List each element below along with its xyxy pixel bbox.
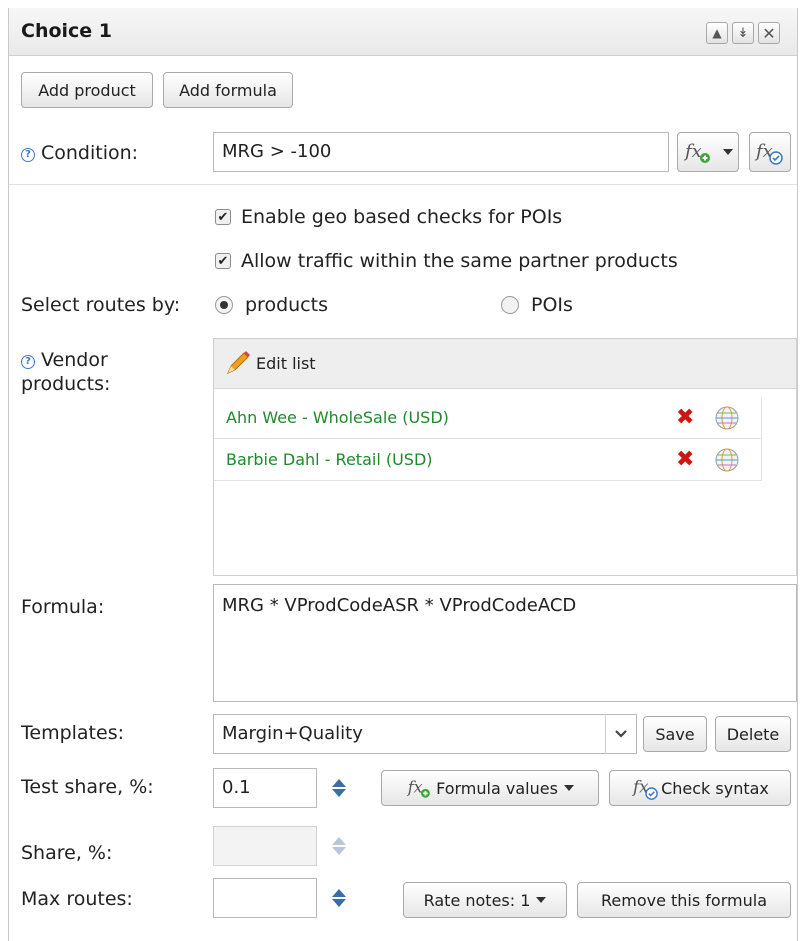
routes-pois-label: POIs: [531, 294, 573, 316]
checkmark-icon: ✔: [217, 209, 229, 225]
svg-text:fx: fx: [683, 141, 702, 162]
allow-traffic-checkbox[interactable]: ✔: [215, 253, 231, 269]
help-icon[interactable]: ?: [21, 355, 35, 369]
check-condition-button[interactable]: fx: [749, 132, 791, 172]
globe-icon[interactable]: [714, 405, 740, 431]
formula-values-label: Formula values: [436, 778, 558, 798]
divider: [9, 184, 797, 185]
allow-traffic-label: Allow traffic within the same partner pr…: [241, 250, 678, 272]
templates-dropdown-toggle[interactable]: [605, 714, 635, 754]
function-add-icon: fx: [683, 141, 710, 163]
vendor-products-label-wrap: ? Vendor products:: [21, 348, 110, 396]
chevron-down-icon: [723, 149, 733, 155]
globe-icon[interactable]: [714, 447, 740, 473]
geo-checks-checkbox[interactable]: ✔: [215, 209, 231, 225]
max-routes-label: Max routes:: [21, 888, 133, 910]
condition-input[interactable]: MRG > -100: [213, 132, 669, 172]
test-share-input[interactable]: 0.1: [213, 768, 317, 808]
increment-icon[interactable]: [332, 837, 346, 845]
vendor-label-line1: Vendor: [41, 349, 108, 371]
close-button[interactable]: ✕: [758, 22, 780, 44]
move-down-button[interactable]: ↡: [732, 22, 754, 44]
decrement-icon[interactable]: [332, 789, 346, 797]
edit-list-label: Edit list: [256, 353, 316, 373]
add-product-button[interactable]: Add product: [21, 72, 153, 108]
triangle-up-icon: ▲: [712, 26, 722, 40]
function-add-icon: fx: [407, 777, 430, 798]
move-up-button[interactable]: ▲: [706, 22, 728, 44]
vendor-products-list: Edit list Ahn Wee - WholeSale (USD) ✖ Ba…: [213, 338, 797, 576]
share-input[interactable]: [213, 826, 317, 866]
templates-select[interactable]: Margin+Quality: [213, 714, 637, 754]
vendor-row[interactable]: Ahn Wee - WholeSale (USD) ✖: [214, 397, 762, 439]
panel-title: Choice 1: [21, 20, 113, 42]
decrement-icon[interactable]: [332, 847, 346, 855]
help-icon[interactable]: ?: [21, 148, 35, 162]
delete-icon[interactable]: ✖: [676, 407, 694, 429]
routes-pois-radio[interactable]: [501, 296, 519, 314]
close-icon: ✕: [762, 23, 776, 43]
double-chevron-down-icon: ↡: [737, 25, 749, 41]
vendor-row[interactable]: Barbie Dahl - Retail (USD) ✖: [214, 439, 762, 481]
formula-values-button[interactable]: fx Formula values: [381, 770, 599, 806]
share-stepper[interactable]: [325, 826, 353, 866]
remove-formula-button[interactable]: Remove this formula: [577, 882, 791, 918]
select-routes-label: Select routes by:: [21, 294, 181, 316]
geo-checks-label: Enable geo based checks for POIs: [241, 206, 563, 228]
function-check-icon: fx: [754, 141, 783, 165]
rate-notes-button[interactable]: Rate notes: 1: [403, 882, 567, 918]
test-share-label: Test share, %:: [21, 776, 154, 798]
increment-icon[interactable]: [332, 889, 346, 897]
checkmark-icon: ✔: [217, 253, 229, 269]
save-template-button[interactable]: Save: [643, 716, 707, 752]
panel-header: Choice 1 ▲ ↡ ✕: [9, 8, 797, 56]
test-share-stepper[interactable]: [325, 768, 353, 808]
templates-label: Templates:: [21, 722, 124, 744]
vendor-label-line2: products:: [21, 373, 111, 395]
check-syntax-button[interactable]: fx Check syntax: [609, 770, 791, 806]
routes-pois-option[interactable]: POIs: [501, 294, 573, 316]
check-syntax-label: Check syntax: [661, 778, 769, 798]
add-formula-button[interactable]: Add formula: [163, 72, 293, 108]
choice-panel: Choice 1 ▲ ↡ ✕ Add product Add formula ?…: [8, 8, 798, 941]
function-check-icon: fx: [631, 777, 658, 800]
vendor-name: Ahn Wee - WholeSale (USD): [226, 408, 449, 427]
allow-traffic-option[interactable]: ✔ Allow traffic within the same partner …: [215, 250, 678, 272]
formula-textarea[interactable]: MRG * VProdCodeASR * VProdCodeACD: [213, 584, 797, 702]
decrement-icon[interactable]: [332, 899, 346, 907]
condition-label-wrap: ? Condition:: [21, 142, 138, 164]
condition-label: Condition:: [41, 142, 139, 164]
routes-products-radio[interactable]: [215, 296, 233, 314]
insert-function-button[interactable]: fx: [677, 132, 739, 172]
routes-products-label: products: [245, 294, 328, 316]
max-routes-stepper[interactable]: [325, 878, 353, 918]
pencil-icon: [227, 351, 250, 374]
delete-icon[interactable]: ✖: [676, 449, 694, 471]
routes-products-option[interactable]: products: [215, 294, 328, 316]
geo-checks-option[interactable]: ✔ Enable geo based checks for POIs: [215, 206, 562, 228]
edit-list-button[interactable]: Edit list: [224, 349, 316, 377]
chevron-down-icon: [614, 730, 627, 738]
chevron-down-icon: [563, 785, 574, 791]
increment-icon[interactable]: [332, 779, 346, 787]
delete-template-button[interactable]: Delete: [715, 716, 791, 752]
rate-notes-label: Rate notes: 1: [423, 890, 531, 910]
chevron-down-icon: [536, 897, 547, 903]
share-label: Share, %:: [21, 842, 113, 864]
formula-label: Formula:: [21, 596, 105, 618]
vendor-toolbar: Edit list: [214, 339, 796, 389]
max-routes-input[interactable]: [213, 878, 317, 918]
svg-text:fx: fx: [407, 777, 423, 796]
vendor-name: Barbie Dahl - Retail (USD): [226, 450, 433, 469]
